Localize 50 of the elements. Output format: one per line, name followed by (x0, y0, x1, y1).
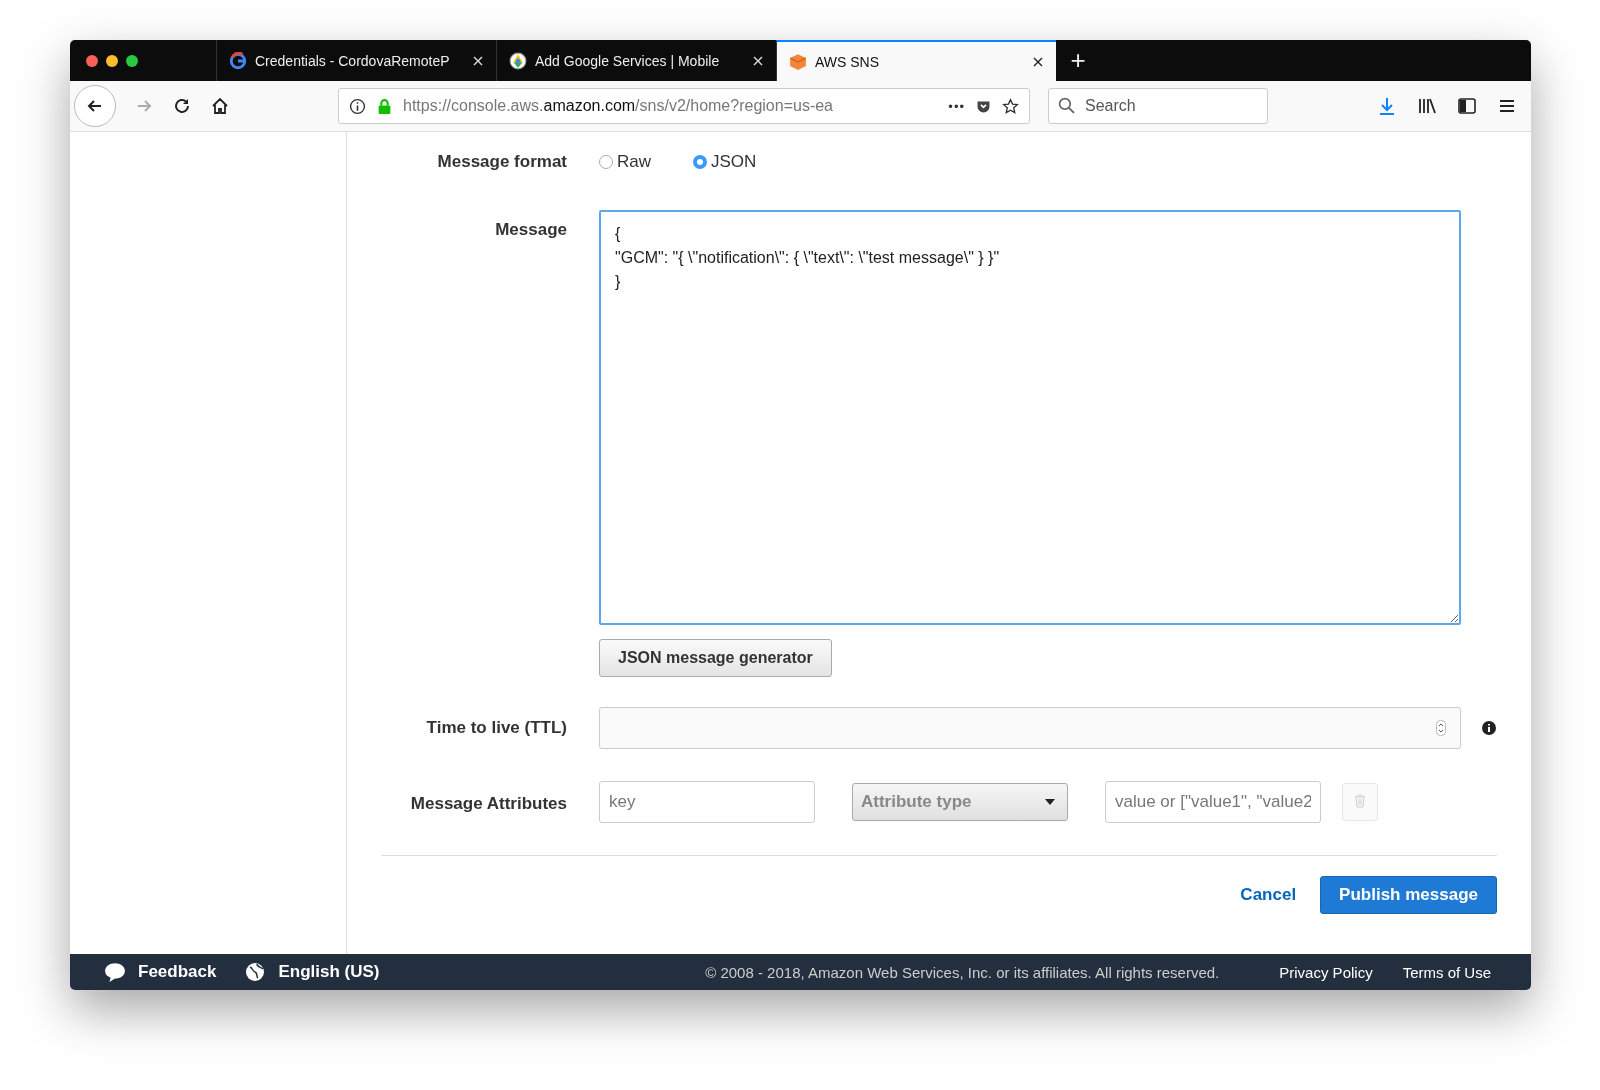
cube-icon (789, 52, 807, 71)
sidebar-icon[interactable] (1457, 96, 1477, 116)
json-generator-button[interactable]: JSON message generator (599, 639, 832, 677)
publish-message-button[interactable]: Publish message (1320, 876, 1497, 914)
minimize-window-icon[interactable] (106, 54, 118, 67)
feedback-link[interactable]: Feedback (138, 962, 217, 982)
zoom-window-icon[interactable] (126, 54, 138, 67)
footer-link[interactable]: Terms of Use (1402, 963, 1491, 981)
back-button[interactable] (74, 85, 116, 127)
pinwheel-icon (509, 51, 527, 70)
search-field[interactable]: Search (1048, 88, 1268, 124)
cancel-link[interactable]: Cancel (1234, 884, 1303, 906)
close-window-icon[interactable] (86, 54, 98, 67)
close-icon[interactable] (1032, 55, 1044, 68)
field-label: Message Attributes (409, 793, 568, 814)
footer-link[interactable]: Privacy Policy (1279, 963, 1373, 981)
spinner-arrows-icon[interactable] (1436, 720, 1446, 736)
radio-option[interactable]: Raw (599, 152, 651, 172)
speech-bubble-icon (104, 962, 126, 982)
tab-title: Add Google Services | Mobile (535, 52, 721, 69)
caret-icon (1045, 799, 1055, 805)
copyright-text: © 2008 - 2018, Amazon Web Services, Inc. or its affiliates. All rights reserved. (705, 963, 1220, 981)
message-field[interactable]: { "GCM": "{ \"notification\": { \"text\": \"test message\" } }" } (599, 210, 1461, 625)
radio-option[interactable]: JSON (693, 152, 757, 172)
info-icon[interactable] (1481, 720, 1497, 736)
url-text: https://console.aws.amazon.com/sns/v2/home?region=us-ea (403, 97, 834, 115)
reload-icon[interactable] (172, 96, 192, 116)
star-icon[interactable] (1002, 97, 1019, 115)
info-icon[interactable] (349, 97, 366, 115)
value-field[interactable]: value or ["value1", "value2 (1105, 781, 1321, 823)
globe-icon (244, 962, 267, 982)
search-icon (1058, 97, 1075, 114)
ttl-field[interactable] (599, 707, 1461, 749)
tab-title: Credentials - CordovaRemoteP (255, 52, 451, 69)
key-field[interactable]: key (599, 781, 815, 823)
tab-title: AWS SNS (815, 53, 881, 70)
field-label: Message format (436, 152, 568, 172)
browser-tab[interactable]: AWS SNS (776, 40, 1056, 81)
download-icon[interactable] (1377, 96, 1397, 116)
padlock-icon (376, 97, 393, 115)
home-icon[interactable] (210, 96, 230, 116)
trash-icon (1354, 793, 1366, 808)
field-label: Time to live (TTL) (425, 718, 568, 738)
language-selector[interactable]: English (US) (278, 962, 380, 982)
address-bar[interactable]: https://console.aws.amazon.com/sns/v2/home?region=us-ea ••• (338, 88, 1030, 124)
new-tab-button[interactable]: + (1056, 40, 1100, 81)
library-icon[interactable] (1417, 96, 1437, 116)
more-actions-button[interactable]: ••• (948, 98, 965, 114)
field-label: Message (494, 219, 568, 240)
letter-g-icon (229, 51, 247, 70)
